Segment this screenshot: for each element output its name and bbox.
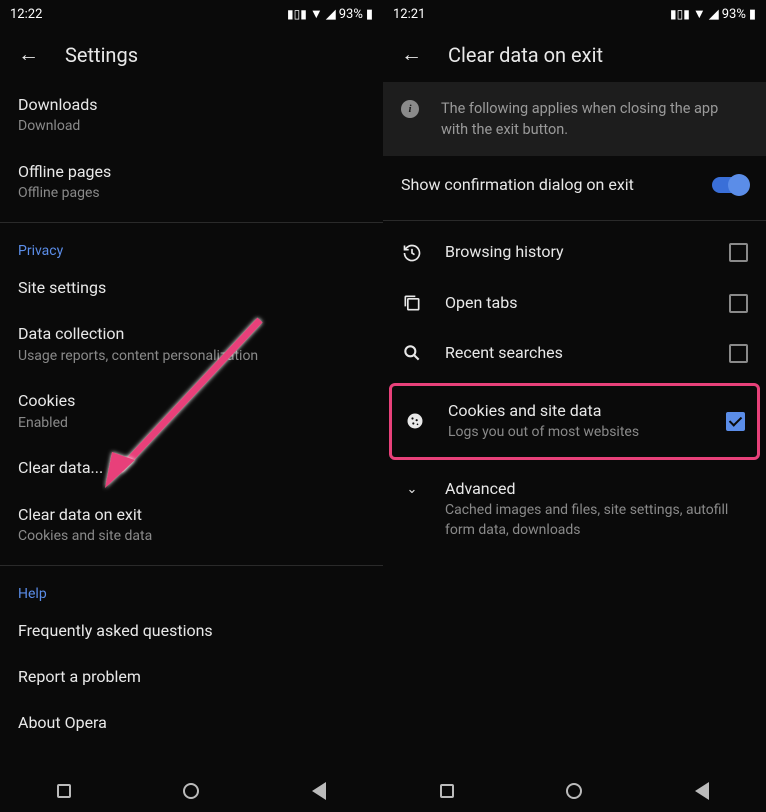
tabs-icon xyxy=(401,292,423,314)
checkbox[interactable] xyxy=(729,294,748,313)
wifi-icon: ▼ xyxy=(310,6,323,22)
divider xyxy=(383,220,766,221)
battery-percent: 93% xyxy=(722,7,746,22)
battery-percent: 93% xyxy=(339,7,363,22)
nav-bar xyxy=(383,768,766,812)
section-help: Help xyxy=(0,572,383,608)
vibrate-icon: ▮▯▮ xyxy=(670,7,690,21)
back-button[interactable]: ← xyxy=(401,43,422,67)
nav-back[interactable] xyxy=(309,781,329,801)
item-data-collection[interactable]: Data collection Usage reports, content p… xyxy=(0,311,383,378)
toggle-confirmation-dialog[interactable]: Show confirmation dialog on exit xyxy=(383,156,766,214)
page-title: Settings xyxy=(65,43,138,67)
vibrate-icon: ▮▯▮ xyxy=(287,7,307,21)
divider xyxy=(0,222,383,223)
item-clear-data[interactable]: Clear data... xyxy=(0,445,383,491)
cookie-icon xyxy=(404,410,426,432)
nav-home[interactable] xyxy=(564,781,584,801)
status-time: 12:22 xyxy=(10,7,42,22)
status-icons: ▮▯▮ ▼ ◢ 93% ▮ xyxy=(287,6,373,22)
nav-bar xyxy=(0,768,383,812)
status-icons: ▮▯▮ ▼ ◢ 93% ▮ xyxy=(670,6,756,22)
battery-icon: ▮ xyxy=(366,7,373,22)
item-offline-pages[interactable]: Offline pages Offline pages xyxy=(0,149,383,216)
checkbox[interactable] xyxy=(729,344,748,363)
info-icon: i xyxy=(401,100,419,118)
page-title: Clear data on exit xyxy=(448,43,603,67)
row-cookies-site-data[interactable]: Cookies and site data Logs you out of mo… xyxy=(389,383,760,460)
divider xyxy=(0,565,383,566)
back-button[interactable]: ← xyxy=(18,43,39,67)
item-report-problem[interactable]: Report a problem xyxy=(0,654,383,700)
item-downloads[interactable]: Downloads Download xyxy=(0,82,383,149)
history-icon xyxy=(401,242,423,264)
item-site-settings[interactable]: Site settings xyxy=(0,265,383,311)
screen-settings: 12:22 ▮▯▮ ▼ ◢ 93% ▮ ← Settings Downloads… xyxy=(0,0,383,812)
checkbox[interactable] xyxy=(726,412,745,431)
checkbox[interactable] xyxy=(729,243,748,262)
status-bar: 12:22 ▮▯▮ ▼ ◢ 93% ▮ xyxy=(0,0,383,28)
search-icon xyxy=(401,342,423,364)
signal-icon: ◢ xyxy=(326,7,336,22)
info-banner: i The following applies when closing the… xyxy=(383,82,766,156)
nav-back[interactable] xyxy=(692,781,712,801)
battery-icon: ▮ xyxy=(749,7,756,22)
signal-icon: ◢ xyxy=(709,7,719,22)
wifi-icon: ▼ xyxy=(693,6,706,22)
status-time: 12:21 xyxy=(393,7,425,22)
row-open-tabs[interactable]: Open tabs xyxy=(383,278,766,328)
chevron-down-icon: ⌄ xyxy=(401,482,423,497)
settings-list[interactable]: Downloads Download Offline pages Offline… xyxy=(0,82,383,768)
nav-recents[interactable] xyxy=(54,781,74,801)
screen-clear-data-on-exit: 12:21 ▮▯▮ ▼ ◢ 93% ▮ ← Clear data on exit… xyxy=(383,0,766,812)
row-advanced[interactable]: ⌄ Advanced Cached images and files, site… xyxy=(383,464,766,555)
app-bar: ← Settings xyxy=(0,28,383,82)
status-bar: 12:21 ▮▯▮ ▼ ◢ 93% ▮ xyxy=(383,0,766,28)
nav-home[interactable] xyxy=(181,781,201,801)
toggle-switch[interactable] xyxy=(712,177,748,193)
item-faq[interactable]: Frequently asked questions xyxy=(0,608,383,654)
item-cookies[interactable]: Cookies Enabled xyxy=(0,378,383,445)
app-bar: ← Clear data on exit xyxy=(383,28,766,82)
section-privacy: Privacy xyxy=(0,229,383,265)
item-clear-data-on-exit[interactable]: Clear data on exit Cookies and site data xyxy=(0,492,383,559)
info-text: The following applies when closing the a… xyxy=(441,98,748,140)
item-about-opera[interactable]: About Opera xyxy=(0,700,383,746)
nav-recents[interactable] xyxy=(437,781,457,801)
row-browsing-history[interactable]: Browsing history xyxy=(383,227,766,277)
clear-data-list[interactable]: i The following applies when closing the… xyxy=(383,82,766,768)
row-recent-searches[interactable]: Recent searches xyxy=(383,328,766,378)
